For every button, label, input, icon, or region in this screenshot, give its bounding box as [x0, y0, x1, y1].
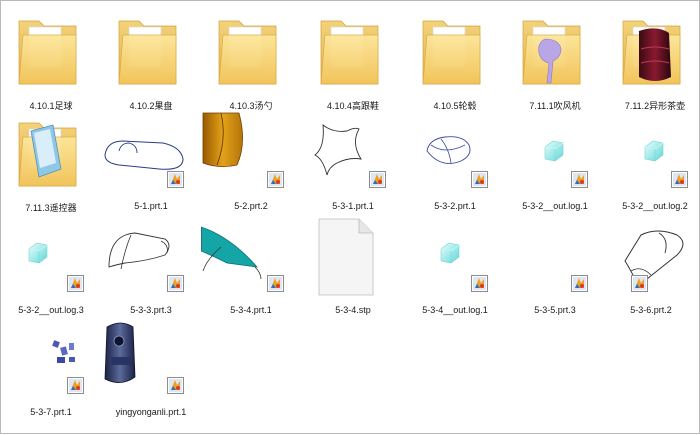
surface-part-icon: [201, 226, 284, 292]
wireframe-part-icon: [426, 136, 488, 188]
file-item[interactable]: 4.10.1足球: [1, 9, 101, 127]
file-explorer-view: 4.10.1足球 4.10.2果盘 4.10.3汤勺 4.10.4高跟鞋 4.1…: [0, 0, 700, 434]
file-name: 5-3-5.prt.3: [534, 305, 576, 315]
file-item[interactable]: 5-3-3.prt.3: [101, 215, 201, 333]
solid-part-icon: [104, 322, 184, 394]
hairdryer-folder-icon: [522, 20, 581, 85]
file-item[interactable]: 4.10.3汤勺: [201, 9, 301, 127]
solid-part-icon: [202, 112, 284, 188]
wireframe-part-icon: [624, 230, 684, 292]
file-name: 5-3-2__out.log.2: [622, 201, 688, 211]
folder-icon: [18, 20, 77, 85]
file-name: 5-2.prt.2: [234, 201, 268, 211]
file-item[interactable]: 5-3-4.prt.1: [201, 215, 301, 333]
wireframe-part-icon: [108, 232, 184, 292]
wireframe-part-icon: [104, 140, 184, 188]
file-name: 5-3-2__out.log.3: [18, 305, 84, 315]
file-item[interactable]: 5-3-1.prt.1: [303, 111, 403, 229]
file-item[interactable]: 4.10.5轮毂: [405, 9, 505, 127]
file-item[interactable]: 4.10.4高跟鞋: [303, 9, 403, 127]
file-name: 5-3-2.prt.1: [434, 201, 476, 211]
file-name: 5-3-3.prt.3: [130, 305, 172, 315]
file-item[interactable]: 5-3-2__out.log.2: [605, 111, 700, 229]
file-name: 5-3-4__out.log.1: [422, 305, 488, 315]
file-item[interactable]: 5-3-6.prt.2: [601, 215, 700, 333]
file-item[interactable]: 5-3-7.prt.1: [1, 317, 101, 435]
wireframe-part-icon: [314, 123, 386, 188]
scattered-part-icon: [52, 340, 84, 394]
file-item[interactable]: 5-3-5.prt.3: [505, 215, 605, 333]
folder-icon: [118, 20, 177, 85]
file-name: 5-3-7.prt.1: [30, 407, 72, 417]
file-item[interactable]: 5-3-2.prt.1: [405, 111, 505, 229]
file-name: 5-3-6.prt.2: [630, 305, 672, 315]
teapot-folder-icon: [622, 20, 681, 85]
file-name: 5-1.prt.1: [134, 201, 168, 211]
log-cube-icon: [440, 242, 488, 292]
file-item[interactable]: 5-3-2__out.log.3: [1, 215, 101, 333]
document-icon: [318, 218, 374, 296]
file-name: 5-3-4.stp: [335, 305, 371, 315]
file-item[interactable]: 5-1.prt.1: [101, 111, 201, 229]
remote-folder-icon: [18, 122, 77, 187]
log-cube-icon: [644, 140, 688, 188]
file-item[interactable]: 5-2.prt.2: [201, 111, 301, 229]
log-cube-icon: [28, 242, 84, 292]
log-cube-icon: [544, 140, 588, 188]
file-item[interactable]: yingyonganli.prt.1: [101, 317, 201, 435]
file-name: 5-3-4.prt.1: [230, 305, 272, 315]
file-item[interactable]: 7.11.2异形茶壶: [605, 9, 700, 127]
file-name: 5-3-2__out.log.1: [522, 201, 588, 211]
file-name: 5-3-1.prt.1: [332, 201, 374, 211]
file-item[interactable]: 7.11.1吹风机: [505, 9, 605, 127]
file-name: yingyonganli.prt.1: [115, 407, 187, 417]
file-item[interactable]: 5-3-4.stp: [303, 215, 403, 333]
part-file-icon: [571, 275, 588, 292]
file-item[interactable]: 7.11.3遥控器: [1, 111, 101, 229]
file-item[interactable]: 5-3-2__out.log.1: [505, 111, 605, 229]
file-item[interactable]: 5-3-4__out.log.1: [405, 215, 505, 333]
folder-icon: [320, 20, 379, 85]
folder-icon: [218, 20, 277, 85]
file-item[interactable]: 4.10.2果盘: [101, 9, 201, 127]
file-name: 7.11.3遥控器: [25, 203, 77, 213]
folder-icon: [422, 20, 481, 85]
